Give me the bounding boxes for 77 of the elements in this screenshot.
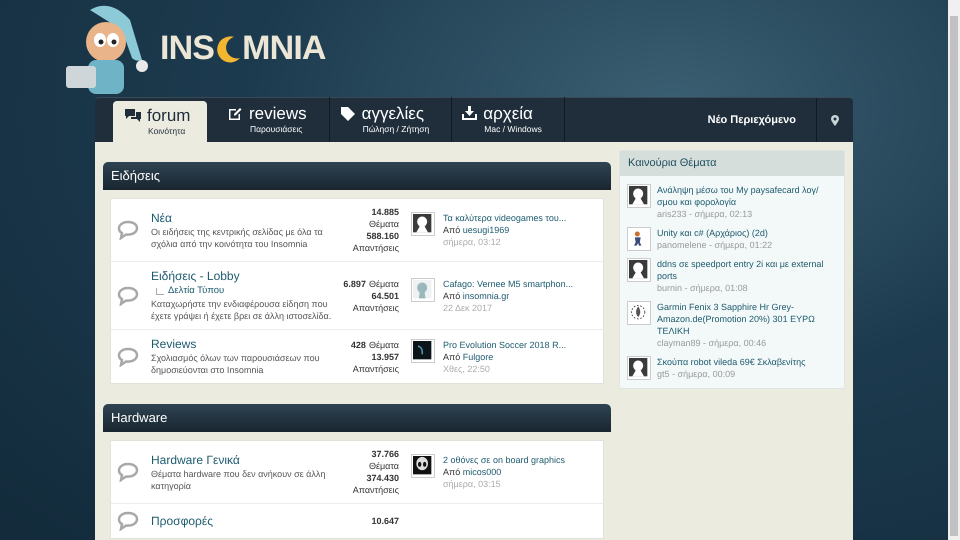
logo-text[interactable]: INS <box>160 23 214 74</box>
speech-bubble-icon <box>117 346 139 366</box>
forum-description: Θέματα hardware που δεν ανήκουν σε άλλη κατηγορία <box>151 468 326 492</box>
stat-label: Απαντήσεις <box>352 302 399 314</box>
speech-bubble-icon <box>117 511 139 531</box>
last-post-time: 22 Δεκ 2017 <box>443 302 494 314</box>
last-post-author: Από insomnia.gr <box>443 290 510 302</box>
speech-bubble-icon <box>117 462 139 482</box>
stat-label: Θέματα <box>368 218 399 230</box>
forum-title[interactable]: Νέα <box>151 210 172 226</box>
subforum-link[interactable]: Δελτία Τύπου <box>168 285 224 297</box>
forum-description: Καταχωρήστε την ενδιαφέρουσα είδηση που έχετε γράψει ή έχετε βρει σε άλλη ιστοσελίδα. <box>151 298 332 322</box>
stat-label: Θέματα <box>368 460 399 472</box>
alien-head-icon <box>411 454 435 478</box>
category-header[interactable]: Ειδήσεις <box>103 162 611 190</box>
topic-meta: panomelene - σήμερα, 01:22 <box>657 238 774 250</box>
topic-meta: burnin - σήμερα, 01:08 <box>657 282 749 294</box>
forum-title[interactable]: Hardware Γενικά <box>151 452 240 468</box>
forum-description: Οι ειδήσεις της κεντρικής σελίδας με όλα τα σχόλια από την κοινότητα του Insomnia <box>151 226 324 250</box>
forum-title[interactable]: Προσφορές <box>151 514 213 528</box>
category-header[interactable]: Hardware <box>103 404 611 432</box>
avatar-silhouette-icon <box>627 356 651 380</box>
last-post-title[interactable]: Τα καλύτερα videogames του... <box>443 212 566 224</box>
avatar-silhouette-icon <box>411 278 435 302</box>
topic-title[interactable]: Unity και c# (Αρχάριος) (2d) <box>657 226 837 238</box>
avatar-silhouette-icon <box>627 184 651 208</box>
edit-icon <box>228 106 243 121</box>
reply-count: 13.957 <box>371 350 399 362</box>
thread-count: 6.897 <box>343 278 366 290</box>
topic-title[interactable]: Σκούπα robot vileda 69€ Σκλαβενίτης <box>657 356 837 368</box>
last-post-author: Από micos000 <box>443 466 502 478</box>
speech-bubble-icon <box>117 286 139 306</box>
nav-tab[interactable]: forum Κοινότητα <box>113 101 207 142</box>
last-post-title[interactable]: 2 οθόνες σε on board graphics <box>443 454 565 466</box>
avatar-picture-icon <box>411 338 435 362</box>
download-icon <box>462 106 478 120</box>
forum-description: Σχολιασμός όλων των παρουσιάσεων που δημοσιεύονται στο Insomnia <box>151 352 321 376</box>
scrollbar[interactable] <box>948 0 960 540</box>
thread-count: 37.766 <box>371 448 399 460</box>
logo-text[interactable]: MNIA <box>242 23 326 74</box>
moon-icon <box>214 34 242 64</box>
last-post-time: σήμερα, 03:12 <box>443 236 502 248</box>
forum-title[interactable]: Reviews <box>151 337 196 352</box>
thread-count: 14.885 <box>371 206 399 218</box>
reply-count: 588.160 <box>366 230 399 242</box>
speech-bubble-icon <box>117 220 139 240</box>
avatar-silhouette-icon <box>411 212 435 236</box>
avatar-silhouette-icon <box>627 258 651 282</box>
last-post-author: Από Fulgore <box>443 350 494 362</box>
sidebar-title: Καινούρια Θέματα <box>620 151 844 176</box>
tag-icon <box>340 106 356 122</box>
stat-label: Απαντήσεις <box>352 362 399 374</box>
subforum-connector-icon <box>156 288 164 294</box>
topic-meta: aris233 - σήμερα, 02:13 <box>657 208 754 220</box>
topic-meta: gt5 - σήμερα, 00:09 <box>657 368 736 380</box>
stat-label: Θέματα <box>368 338 399 350</box>
stat-label: Θέματα <box>368 278 399 290</box>
reply-count: 374.430 <box>366 472 399 484</box>
topic-title[interactable]: Ανάληψη μέσω του My paysafecard λογ/σμου και φορολογία <box>657 184 837 208</box>
topic-title[interactable]: Garmin Fenix 3 Sapphire Hr Grey-Amazon.de(Promotion 20%) 301 ΕΥΡΩ ΤΕΛΙΚΗ <box>657 300 837 336</box>
chat-bubbles-icon <box>125 108 141 122</box>
last-post-title[interactable]: Pro Evolution Soccer 2018 R... <box>443 338 566 350</box>
location-pin-icon[interactable] <box>831 114 839 126</box>
stat-label: Απαντήσεις <box>352 242 399 254</box>
topic-title[interactable]: ddns σε speedport entry 2i και με external ports <box>657 258 837 282</box>
reply-count: 64.501 <box>371 290 399 302</box>
topic-meta: clayman89 - σήμερα, 00:46 <box>657 336 768 348</box>
thread-count: 10.647 <box>371 515 399 527</box>
emblem-icon <box>627 300 651 324</box>
last-post-title[interactable]: Cafago: Vernee M5 smartphon... <box>443 278 574 290</box>
forum-title[interactable]: Ειδήσεις - Lobby <box>151 269 240 284</box>
stat-label: Απαντήσεις <box>352 484 399 496</box>
last-post-time: Χθες, 22:50 <box>443 362 491 374</box>
cartoon-figure-icon <box>627 226 651 250</box>
thread-count: 428 <box>350 338 366 350</box>
last-post-time: σήμερα, 03:15 <box>443 478 502 490</box>
last-post-author: Από uesugi1969 <box>443 224 510 236</box>
